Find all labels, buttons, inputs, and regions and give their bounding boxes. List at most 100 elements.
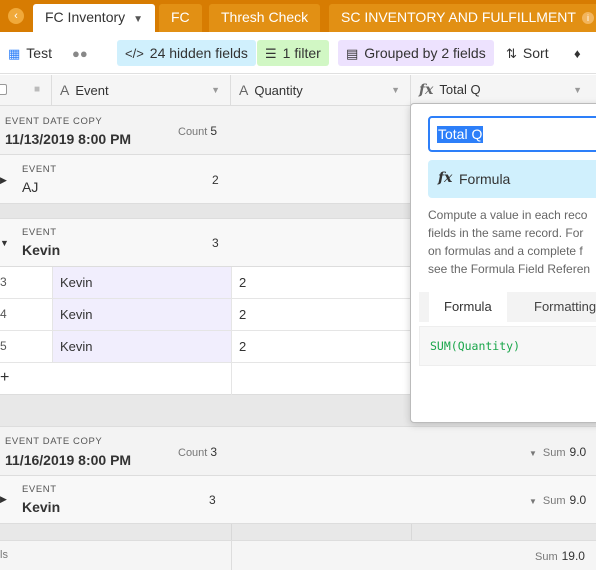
description-line: fields in the same record. For [428,226,584,240]
group-label: Grouped by 2 fields [364,45,486,61]
footer-sum[interactable]: Sum 19.0 [535,549,585,563]
tab-sc-inventory-and-fulfillment[interactable]: SC INVENTORY AND FULFILLMENT i [329,4,596,32]
group-label: EVENT [22,227,57,238]
plus-icon[interactable]: + [0,369,9,387]
tab-label: FC Inventory [45,9,126,25]
chevron-down-icon[interactable]: ▼ [573,75,582,105]
tab-label: SC INVENTORY AND FULFILLMENT [341,9,576,25]
formula-icon: fx [438,170,453,186]
group-sum[interactable]: ▼ Sum 9.0 [529,445,586,459]
chevron-down-icon: ▼ [529,497,537,506]
group-header-event[interactable]: ▶ EVENT Kevin 3 ▼ Sum 9.0 [0,476,596,524]
footer-record-count: ls [0,549,8,561]
field-type-label: Formula [459,171,511,187]
chevron-down-icon[interactable]: ▼ [211,75,220,105]
count-value: 3 [212,236,219,250]
tab-label: FC [171,9,190,25]
count-label: Count [178,447,208,459]
group-value: 11/13/2019 8:00 PM [5,131,132,147]
count-value: 5 [210,124,218,138]
group-value: Kevin [22,499,61,515]
count-value: 2 [212,173,219,187]
formula-field-icon: fx [419,82,434,98]
count-label: Count [178,126,208,138]
row-number: 4 [0,307,7,321]
color-button[interactable]: ♦ [566,40,595,66]
group-count: Count 3 [178,445,217,459]
group-value: Kevin [22,242,61,258]
chevron-down-icon[interactable]: ▼ [391,75,400,105]
column-name: Total Q [439,82,481,97]
row-number: 3 [0,275,7,289]
sum-label: Sum [542,447,566,459]
cell-event[interactable]: Kevin [52,331,231,362]
formula-editor[interactable]: SUM(Quantity) [419,326,596,366]
cell-event[interactable]: Kevin [52,267,231,298]
tab-label: Thresh Check [221,9,309,25]
sum-label: Sum [542,495,566,507]
lock-icon: ■ [34,84,41,95]
row-number: 5 [0,339,7,353]
cell-event[interactable]: Kevin [52,299,231,330]
grid-view-icon: ▦ [8,46,21,61]
group-label: EVENT DATE COPY [5,116,103,127]
tab-thresh-check[interactable]: Thresh Check [209,4,321,32]
group-button[interactable]: ▤ Grouped by 2 fields [338,40,494,66]
tab-formatting[interactable]: Formatting [519,292,596,322]
group-icon: ▤ [346,46,359,61]
chevron-left-icon[interactable]: ‹ [8,8,24,24]
tab-formula[interactable]: Formula [429,292,507,322]
expand-triangle-icon[interactable]: ▶ [0,175,7,186]
column-name: Event [75,83,109,98]
group-header-event-date[interactable]: EVENT DATE COPY 11/16/2019 8:00 PM Count… [0,427,596,476]
summary-footer: ls Sum 19.0 [0,540,596,570]
collapse-triangle-icon[interactable]: ▼ [0,238,9,248]
field-config-popover: Total Q fx Formula Compute a value in ea… [410,103,596,423]
view-name: Test [26,45,52,61]
cell-quantity[interactable]: 2 [231,299,411,330]
filter-button[interactable]: ☰ 1 filter [257,40,329,66]
sum-value: 9.0 [569,445,587,459]
group-count: 3 [212,236,219,250]
expand-triangle-icon[interactable]: ▶ [0,494,7,505]
hidden-fields-button[interactable]: </> 24 hidden fields [117,40,256,66]
sum-value: 19.0 [561,549,585,563]
description-line: see the Formula Field Referen [428,262,591,276]
sort-icon: ⇅ [506,46,517,61]
formula-text: SUM(Quantity) [430,339,521,353]
sum-label: Sum [535,551,558,563]
column-divider [231,541,232,570]
column-header-total-q[interactable]: fx Total Q ▼ [411,75,596,105]
sum-value: 9.0 [569,493,587,507]
field-name-input[interactable]: Total Q [428,116,596,152]
caret-down-icon[interactable]: ▼ [133,14,143,25]
hidden-fields-label: 24 hidden fields [149,45,248,61]
field-type-description: Compute a value in each reco fields in t… [428,206,596,278]
column-name: Quantity [254,83,303,98]
count-value: 3 [209,493,216,507]
group-count: 3 [209,493,216,507]
sort-button[interactable]: ⇅ Sort [498,40,557,66]
collaborators-button[interactable]: ●● [64,40,102,66]
people-icon: ●● [72,46,88,61]
group-count: Count 5 [178,124,217,138]
info-icon[interactable]: i [581,12,594,25]
select-all-checkbox[interactable] [0,84,7,95]
cell-quantity[interactable]: 2 [231,331,411,362]
tab-fc[interactable]: FC [159,4,202,32]
view-toolbar: ▦ Test ●● </> 24 hidden fields ☰ 1 filter ▤… [0,32,596,74]
column-header-event[interactable]: A Event ▼ [52,75,231,105]
field-type-select[interactable]: fx Formula [428,160,596,198]
description-line: Compute a value in each reco [428,208,588,222]
group-value: 11/16/2019 8:00 PM [5,452,132,468]
group-sum[interactable]: ▼ Sum 9.0 [529,493,586,507]
popover-tabs: Formula Formatting [419,292,596,322]
column-header-quantity[interactable]: A Quantity ▼ [231,75,411,105]
tab-fc-inventory[interactable]: FC Inventory ▼ [33,4,156,32]
sort-label: Sort [522,45,549,61]
chevron-down-icon: ▼ [529,449,537,458]
eye-off-icon: </> [125,46,144,61]
cell-quantity[interactable]: 2 [231,267,411,298]
view-switcher[interactable]: ▦ Test [0,40,60,66]
text-field-icon: A [60,82,70,98]
